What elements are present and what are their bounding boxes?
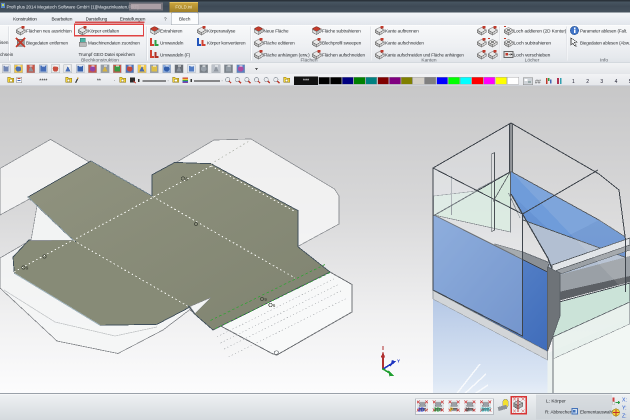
svg-text:****: **** <box>39 78 47 84</box>
svg-text:Flächen aufschneiden: Flächen aufschneiden <box>322 53 365 58</box>
svg-text:Y: Y <box>397 359 400 364</box>
svg-text:***: *** <box>303 79 310 85</box>
svg-text:2D: 2D <box>418 407 425 413</box>
svg-text:Biegedaten entfernen: Biegedaten entfernen <box>26 41 68 46</box>
svg-text:Flächen neu ausrichten: Flächen neu ausrichten <box>26 29 72 34</box>
svg-text:2: 2 <box>586 79 589 85</box>
svg-text:Extrahieren: Extrahieren <box>160 29 183 34</box>
svg-text:Parameter ablesen (Falt.: Parameter ablesen (Falt. <box>580 29 627 34</box>
svg-text:Blechprofil sweepen: Blechprofil sweepen <box>322 41 362 46</box>
svg-text:Blechkonstruktion: Blechkonstruktion <box>81 57 119 63</box>
svg-text:Fläche subtrahieren: Fläche subtrahieren <box>322 29 361 34</box>
svg-text:Blech: Blech <box>179 17 191 22</box>
svg-text:Körperanalyse: Körperanalyse <box>207 29 236 34</box>
svg-text:isen: isen <box>0 40 9 45</box>
svg-text:R: Abbrechen: R: Abbrechen <box>545 410 573 415</box>
svg-text:Biegedaten ablesen (Abw.: Biegedaten ablesen (Abw. <box>580 41 630 46</box>
svg-text:##: ## <box>535 79 541 85</box>
svg-text:Körper entfalten: Körper entfalten <box>88 29 120 34</box>
svg-text:Kanten: Kanten <box>421 57 437 63</box>
svg-text:Loch addieren (2D Kontur): Loch addieren (2D Kontur) <box>514 29 567 34</box>
svg-text:Darstellung: Darstellung <box>86 17 108 22</box>
svg-text:DXF: DXF <box>481 407 491 413</box>
svg-text:3: 3 <box>600 79 603 85</box>
svg-text:M: M <box>465 407 469 413</box>
svg-text:Loch verschieben: Loch verschieben <box>514 53 551 59</box>
svg-text:Trumpf GEO Datei speichern: Trumpf GEO Datei speichern <box>79 52 136 57</box>
svg-text:Info: Info <box>600 57 608 63</box>
svg-text:Umwandeln (F): Umwandeln (F) <box>160 53 191 58</box>
svg-text:Neue Fläche: Neue Fläche <box>264 29 289 34</box>
svg-text:Konstruktion: Konstruktion <box>13 17 37 22</box>
svg-text:Fläche anhängen (erw.): Fläche anhängen (erw.) <box>264 53 311 58</box>
svg-text:4: 4 <box>615 79 618 85</box>
svg-text:Profi plus 2014 Megatech Soft: Profi plus 2014 Megatech Software GmbH (… <box>7 4 139 9</box>
svg-text:L: Körper: L: Körper <box>546 399 566 405</box>
svg-text:Einstellungen: Einstellungen <box>120 17 146 22</box>
svg-text:Fläche editieren: Fläche editieren <box>264 41 296 46</box>
svg-text:Elementauswahl: Elementauswahl <box>580 410 613 415</box>
svg-text:3D: 3D <box>434 407 441 413</box>
svg-text:Umwandeln: Umwandeln <box>160 41 184 46</box>
svg-text:FOLD.ini: FOLD.ini <box>175 5 192 10</box>
svg-text:Loch subtrahieren: Loch subtrahieren <box>514 41 552 47</box>
svg-text:Z:: Z: <box>622 414 627 420</box>
svg-text:Körper konvertieren: Körper konvertieren <box>207 41 246 46</box>
svg-text:1: 1 <box>572 79 575 85</box>
svg-text:Y:: Y: <box>622 406 627 412</box>
svg-text:Maschinendaten zuordnen: Maschinendaten zuordnen <box>88 41 140 46</box>
svg-text:chsein: chsein <box>0 52 14 57</box>
svg-text:Kante auftrennen: Kante auftrennen <box>385 29 419 34</box>
svg-text:Kante aufschneiden: Kante aufschneiden <box>385 41 424 46</box>
svg-text:Bearbeiten: Bearbeiten <box>52 17 73 22</box>
svg-text:X:: X: <box>622 398 627 404</box>
svg-text:Kante aufschneiden und Fläche: Kante aufschneiden und Fläche anhängen <box>385 53 464 58</box>
svg-text:**: ** <box>97 78 101 84</box>
